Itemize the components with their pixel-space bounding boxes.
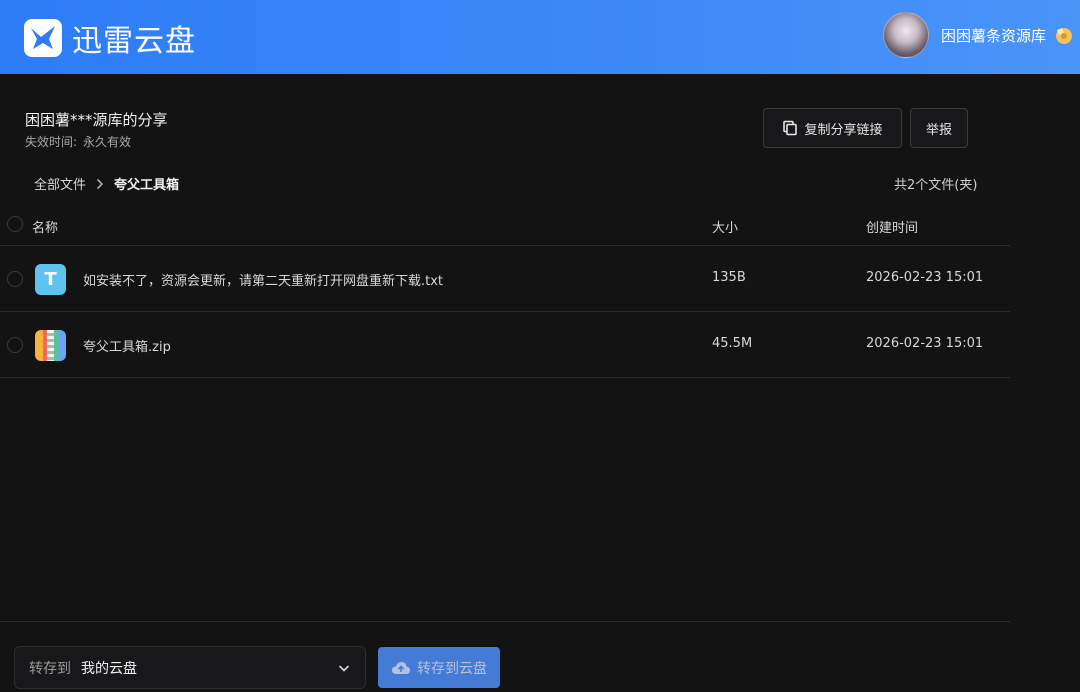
file-size: 45.5M	[712, 336, 753, 351]
save-to-label: 转存到	[29, 660, 71, 677]
save-to-cloud-button[interactable]: 转存到云盘	[378, 647, 500, 688]
app-logo[interactable]: 迅雷云盘	[24, 16, 196, 60]
copy-share-link-button[interactable]: 复制分享链接	[763, 108, 902, 148]
row-checkbox[interactable]	[7, 271, 23, 287]
file-created: 2026-02-23 15:01	[866, 270, 984, 285]
table-row[interactable]: 夸父工具箱.zip 45.5M 2026-02-23 15:01	[0, 312, 1010, 378]
select-all-checkbox[interactable]	[7, 216, 23, 232]
save-to-value: 我的云盘	[81, 660, 137, 677]
column-name[interactable]: 名称	[32, 217, 58, 236]
report-button[interactable]: 举报	[910, 108, 968, 148]
file-created: 2026-02-23 15:01	[866, 336, 984, 351]
copy-share-link-label: 复制分享链接	[804, 122, 883, 138]
chevron-right-icon	[96, 178, 104, 189]
avatar[interactable]	[882, 12, 929, 58]
column-created[interactable]: 创建时间	[866, 217, 918, 236]
breadcrumb-root[interactable]: 全部文件	[34, 174, 86, 193]
app-name: 迅雷云盘	[72, 24, 196, 59]
top-header: 迅雷云盘 困困薯条资源库	[0, 0, 1080, 74]
expire-info: 失效时间: 永久有效	[25, 133, 131, 150]
file-table: 名称 大小 创建时间 T 如安装不了，资源会更新，请第二天重新打开网盘重新下载.…	[0, 203, 1010, 378]
file-size: 135B	[712, 270, 746, 285]
vip-badge-icon	[1056, 28, 1072, 44]
save-footer: 转存到 我的云盘 转存到云盘	[0, 621, 1010, 692]
row-checkbox[interactable]	[7, 337, 23, 353]
save-to-cloud-label: 转存到云盘	[417, 660, 487, 677]
zip-file-icon	[35, 330, 66, 361]
text-file-icon: T	[35, 264, 66, 295]
column-size[interactable]: 大小	[712, 217, 738, 236]
file-count: 共2个文件(夹)	[894, 178, 978, 193]
breadcrumb-current: 夸父工具箱	[114, 178, 180, 193]
save-destination-select[interactable]: 转存到 我的云盘	[14, 646, 366, 689]
share-title: 困困薯***源库的分享	[25, 111, 168, 129]
file-name[interactable]: 如安装不了，资源会更新，请第二天重新打开网盘重新下载.txt	[83, 270, 443, 289]
table-header: 名称 大小 创建时间	[0, 203, 1010, 246]
user-menu[interactable]: 困困薯条资源库	[882, 12, 1074, 58]
user-name[interactable]: 困困薯条资源库	[941, 25, 1046, 46]
report-label: 举报	[925, 122, 952, 138]
file-name[interactable]: 夸父工具箱.zip	[83, 336, 171, 355]
thunder-bird-icon	[24, 19, 62, 57]
breadcrumb: 全部文件 夸父工具箱	[34, 174, 179, 193]
expire-label: 失效时间:	[25, 135, 78, 149]
cloud-upload-icon	[392, 661, 410, 674]
chevron-down-icon	[338, 665, 350, 672]
table-row[interactable]: T 如安装不了，资源会更新，请第二天重新打开网盘重新下载.txt 135B 20…	[0, 246, 1010, 312]
expire-value: 永久有效	[83, 135, 132, 149]
copy-icon	[783, 120, 798, 136]
